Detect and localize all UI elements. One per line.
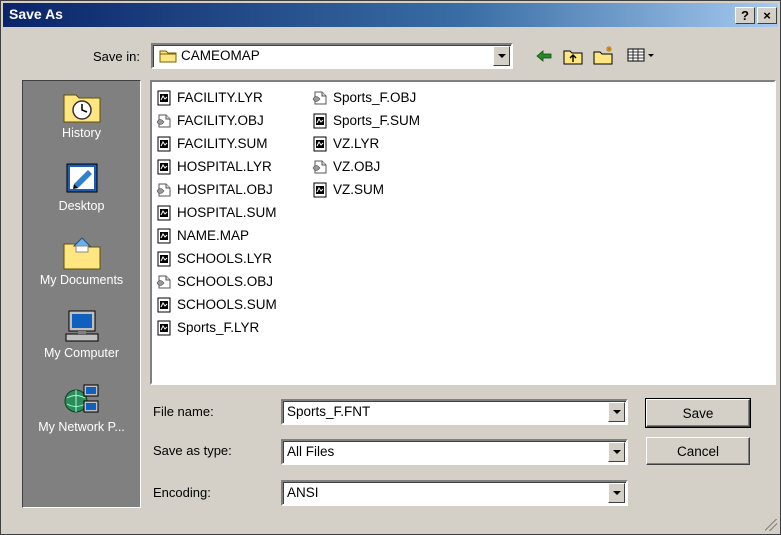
file-name: NAME.MAP <box>177 228 250 243</box>
save-type-combo[interactable]: All Files <box>281 439 628 465</box>
cancel-button[interactable]: Cancel <box>646 437 750 465</box>
file-name: Sports_F.OBJ <box>333 90 417 105</box>
document-file-icon <box>157 297 171 312</box>
file-name: FACILITY.LYR <box>177 90 263 105</box>
places-network[interactable]: My Network P... <box>23 383 140 434</box>
places-my-computer-label: My Computer <box>43 346 120 360</box>
save-in-combo[interactable]: CAMEOMAP <box>151 43 513 69</box>
object-file-icon <box>156 275 171 288</box>
file-item[interactable]: HOSPITAL.LYR <box>156 155 277 178</box>
network-places-icon <box>64 384 98 413</box>
document-file-icon <box>157 159 171 174</box>
document-file-icon <box>157 136 171 151</box>
document-file-icon <box>157 90 171 105</box>
file-item[interactable]: FACILITY.OBJ <box>156 109 277 132</box>
file-name-dropdown-arrow[interactable] <box>608 402 625 422</box>
encoding-dropdown-arrow[interactable] <box>608 483 625 503</box>
file-name: HOSPITAL.SUM <box>177 205 277 220</box>
my-computer-icon <box>65 310 98 342</box>
document-file-icon <box>157 251 171 266</box>
encoding-value: ANSI <box>287 485 319 500</box>
save-button[interactable]: Save <box>645 398 751 428</box>
file-name: VZ.LYR <box>333 136 380 151</box>
places-my-computer[interactable]: My Computer <box>23 309 140 360</box>
close-button[interactable]: × <box>757 7 777 24</box>
file-item[interactable]: VZ.OBJ <box>312 155 420 178</box>
places-network-label: My Network P... <box>38 420 125 434</box>
document-file-icon <box>313 182 327 197</box>
file-item[interactable]: Sports_F.SUM <box>312 109 420 132</box>
save-in-label: Save in: <box>93 49 140 64</box>
title-bar[interactable]: Save As ? × <box>3 3 778 27</box>
file-item[interactable]: HOSPITAL.OBJ <box>156 178 277 201</box>
dialog-title: Save As <box>9 6 63 22</box>
save-type-label: Save as type: <box>153 443 232 458</box>
up-folder-icon[interactable] <box>563 47 583 65</box>
places-my-documents-label: My Documents <box>39 273 124 287</box>
file-name: Sports_F.LYR <box>177 320 260 335</box>
file-item[interactable]: HOSPITAL.SUM <box>156 201 277 224</box>
object-file-icon <box>312 91 327 104</box>
file-name: SCHOOLS.OBJ <box>177 274 274 289</box>
document-file-icon <box>157 320 171 335</box>
help-button[interactable]: ? <box>735 7 755 24</box>
folder-icon <box>159 50 177 63</box>
file-name: FACILITY.OBJ <box>177 113 264 128</box>
file-name: VZ.SUM <box>333 182 385 197</box>
object-file-icon <box>312 160 327 173</box>
places-bar: History Desktop My Documents My Computer… <box>22 80 141 508</box>
file-name: HOSPITAL.LYR <box>177 159 272 174</box>
file-name: Sports_F.SUM <box>333 113 421 128</box>
save-in-dropdown-arrow[interactable] <box>493 46 510 66</box>
object-file-icon <box>156 183 171 196</box>
new-folder-icon[interactable] <box>593 45 615 65</box>
encoding-combo[interactable]: ANSI <box>281 480 628 506</box>
history-icon <box>63 94 100 123</box>
document-file-icon <box>313 113 327 128</box>
save-as-dialog: Save As ? × Save in: CAMEOMAP History De… <box>0 0 781 535</box>
view-menu-icon[interactable] <box>627 47 657 63</box>
file-list-column-2: Sports_F.OBJ Sports_F.SUM VZ.LYR VZ.OBJ VZ.S… <box>312 86 420 201</box>
document-file-icon <box>157 228 171 243</box>
file-item[interactable]: Sports_F.LYR <box>156 316 277 339</box>
file-item[interactable]: SCHOOLS.SUM <box>156 293 277 316</box>
places-history[interactable]: History <box>23 89 140 140</box>
resize-grip[interactable] <box>765 519 777 531</box>
save-type-dropdown-arrow[interactable] <box>608 442 625 462</box>
file-item[interactable]: SCHOOLS.LYR <box>156 247 277 270</box>
places-desktop-label: Desktop <box>58 199 105 213</box>
document-file-icon <box>313 136 327 151</box>
save-type-value: All Files <box>287 444 335 459</box>
places-my-documents[interactable]: My Documents <box>23 236 140 287</box>
file-item[interactable]: VZ.SUM <box>312 178 420 201</box>
file-name: SCHOOLS.LYR <box>177 251 273 266</box>
file-item[interactable]: FACILITY.LYR <box>156 86 277 109</box>
file-list[interactable]: FACILITY.LYR FACILITY.OBJ FACILITY.SUM HOSP… <box>150 80 776 385</box>
file-name: HOSPITAL.OBJ <box>177 182 273 197</box>
document-file-icon <box>157 205 171 220</box>
file-item[interactable]: SCHOOLS.OBJ <box>156 270 277 293</box>
file-item[interactable]: Sports_F.OBJ <box>312 86 420 109</box>
file-item[interactable]: FACILITY.SUM <box>156 132 277 155</box>
file-item[interactable]: NAME.MAP <box>156 224 277 247</box>
desktop-icon <box>66 163 97 193</box>
my-documents-icon <box>63 237 100 270</box>
file-name: FACILITY.SUM <box>177 136 268 151</box>
file-name-combo[interactable]: Sports_F.FNT <box>281 399 628 425</box>
save-in-value: CAMEOMAP <box>181 48 260 63</box>
object-file-icon <box>156 114 171 127</box>
file-name: SCHOOLS.SUM <box>177 297 277 312</box>
file-name-input[interactable]: Sports_F.FNT <box>287 404 370 419</box>
file-item[interactable]: VZ.LYR <box>312 132 420 155</box>
file-name-label: File name: <box>153 404 214 419</box>
back-arrow-icon[interactable] <box>535 49 553 63</box>
places-history-label: History <box>62 126 101 140</box>
places-desktop[interactable]: Desktop <box>23 162 140 213</box>
file-list-column-1: FACILITY.LYR FACILITY.OBJ FACILITY.SUM HOSP… <box>156 86 277 339</box>
encoding-label: Encoding: <box>153 485 211 500</box>
file-name: VZ.OBJ <box>333 159 381 174</box>
